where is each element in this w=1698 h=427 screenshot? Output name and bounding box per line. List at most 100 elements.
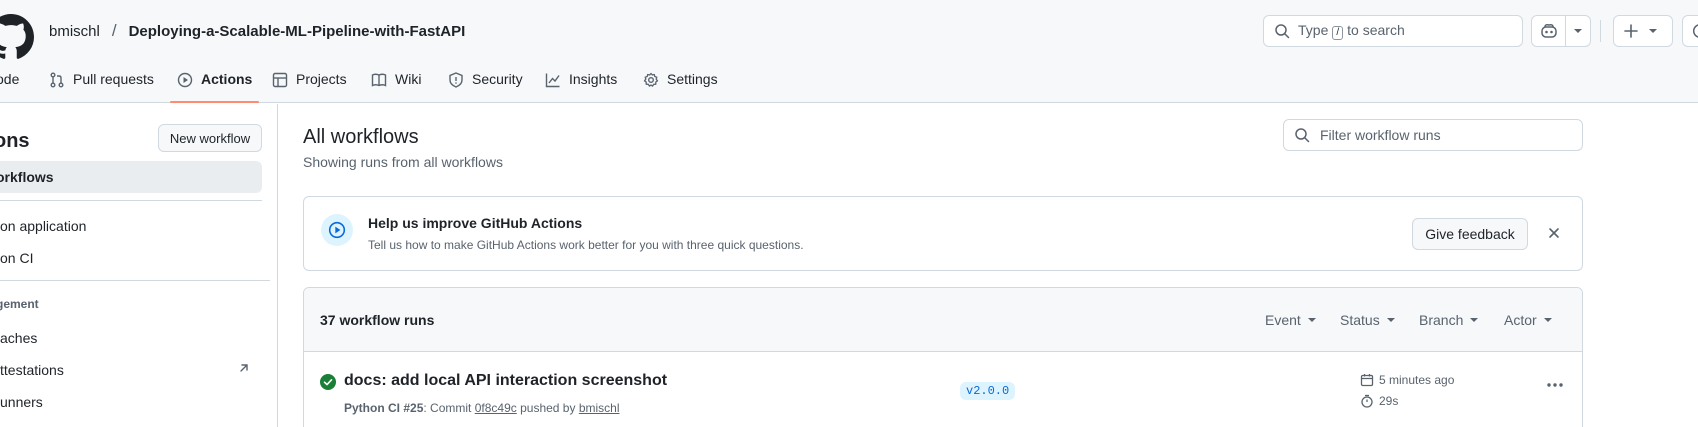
tab-label: Security xyxy=(472,71,523,87)
sidebar-section-heading: gement xyxy=(0,297,39,311)
tab-pull-requests[interactable]: Pull requests xyxy=(49,68,154,103)
book-icon xyxy=(371,73,387,87)
tab-projects[interactable]: Projects xyxy=(272,68,347,103)
triangle-down-icon xyxy=(1543,318,1552,322)
search-icon xyxy=(1294,127,1310,143)
workflow-runs-list: 37 workflow runs Event Status Branch Act… xyxy=(303,287,1583,427)
filter-label: Event xyxy=(1265,312,1301,328)
filter-label: Branch xyxy=(1419,312,1464,328)
kebab-horizontal-icon[interactable] xyxy=(1546,382,1564,388)
sidebar-item-runners[interactable]: unners xyxy=(0,394,43,410)
copilot-icon xyxy=(1540,24,1557,38)
feedback-banner: Help us improve GitHub Actions Tell us h… xyxy=(303,196,1583,271)
time-ago: 5 minutes ago xyxy=(1379,373,1455,387)
tab-actions[interactable]: Actions xyxy=(169,68,260,103)
sidebar-item-workflow[interactable]: on CI xyxy=(0,250,33,266)
create-new-button[interactable] xyxy=(1613,15,1673,47)
github-logo-icon[interactable] xyxy=(0,14,34,60)
run-number: #25 xyxy=(403,401,424,415)
sidebar-item-workflow[interactable]: on application xyxy=(0,218,86,234)
search-shortcut-key: / xyxy=(1332,26,1344,40)
search-placeholder: Type / to search xyxy=(1298,22,1405,40)
triangle-down-icon xyxy=(1386,318,1395,322)
triangle-down-icon xyxy=(1307,318,1316,322)
event-filter-menu[interactable]: Event xyxy=(1265,312,1317,328)
tab-wiki[interactable]: Wiki xyxy=(371,68,421,103)
play-icon xyxy=(321,214,353,246)
status-filter-menu[interactable]: Status xyxy=(1340,312,1396,328)
copilot-button[interactable] xyxy=(1532,16,1566,46)
run-time: 5 minutes ago xyxy=(1360,373,1454,387)
header-divider xyxy=(1600,20,1601,42)
stopwatch-icon xyxy=(1361,394,1373,408)
issue-opened-icon xyxy=(1692,24,1698,38)
run-workflow-name: Python CI xyxy=(344,401,400,415)
copilot-button-group xyxy=(1531,15,1591,47)
actions-sidebar: ons New workflow orkflows on application… xyxy=(0,104,278,427)
tab-label: Pull requests xyxy=(73,71,154,87)
search-icon xyxy=(1274,23,1290,39)
triangle-down-icon xyxy=(1574,29,1582,33)
graph-icon xyxy=(545,73,560,88)
page-subtitle: Showing runs from all workflows xyxy=(303,154,503,170)
git-pull-request-icon xyxy=(50,72,64,88)
sidebar-item-attestations[interactable]: ttestations xyxy=(0,362,64,378)
tab-security[interactable]: Security xyxy=(448,68,523,103)
run-title-link[interactable]: docs: add local API interaction screensh… xyxy=(344,372,667,390)
filter-workflow-runs-input[interactable]: Filter workflow runs xyxy=(1283,119,1583,151)
sidebar-divider xyxy=(0,280,270,281)
duration: 29s xyxy=(1379,394,1399,408)
triangle-down-icon xyxy=(1649,29,1657,33)
new-workflow-button[interactable]: New workflow xyxy=(158,124,262,152)
repo-name-link[interactable]: Deploying-a-Scalable-ML-Pipeline-with-Fa… xyxy=(129,23,466,40)
filter-placeholder: Filter workflow runs xyxy=(1320,127,1441,143)
feedback-title: Help us improve GitHub Actions xyxy=(368,215,583,231)
tab-label: Settings xyxy=(667,71,718,87)
table-icon xyxy=(272,72,288,88)
tab-insights[interactable]: Insights xyxy=(545,68,617,103)
page-title: All workflows xyxy=(303,126,419,148)
issues-button[interactable] xyxy=(1682,15,1698,47)
gear-icon xyxy=(643,72,659,87)
play-icon xyxy=(177,72,193,88)
breadcrumb: bmischl / Deploying-a-Scalable-ML-Pipeli… xyxy=(49,21,465,41)
arrow-up-right-icon xyxy=(238,362,250,374)
tab-label: Actions xyxy=(201,71,253,87)
commit-prefix: : Commit xyxy=(423,401,472,415)
runs-list-header: 37 workflow runs Event Status Branch Act… xyxy=(304,288,1582,352)
shield-icon xyxy=(449,72,463,88)
run-meta: Python CI #25: Commit 0f8c49c pushed by … xyxy=(344,401,620,415)
tab-settings[interactable]: Settings xyxy=(643,68,718,103)
run-duration: 29s xyxy=(1360,394,1398,408)
calendar-icon xyxy=(1360,374,1374,387)
triangle-down-icon xyxy=(1470,318,1479,322)
filter-label: Actor xyxy=(1504,312,1537,328)
sidebar-divider xyxy=(0,200,262,201)
runs-count: 37 workflow runs xyxy=(320,312,435,328)
plus-icon xyxy=(1624,24,1638,38)
branch-filter-menu[interactable]: Branch xyxy=(1419,312,1479,328)
pushed-by-text: pushed by xyxy=(520,401,576,415)
branch-label[interactable]: v2.0.0 xyxy=(960,382,1016,400)
workflow-run-row[interactable]: docs: add local API interaction screensh… xyxy=(304,352,1582,427)
feedback-description: Tell us how to make GitHub Actions work … xyxy=(368,238,804,252)
breadcrumb-separator: / xyxy=(111,21,117,40)
repo-owner-link[interactable]: bmischl xyxy=(49,23,100,40)
sidebar-item-caches[interactable]: aches xyxy=(0,330,37,346)
actor-link[interactable]: bmischl xyxy=(579,401,620,415)
sidebar-item-all-workflows[interactable]: orkflows xyxy=(0,161,262,193)
tab-label: ode xyxy=(0,71,20,87)
check-circle-fill-icon xyxy=(320,374,336,390)
global-search-input[interactable]: Type / to search xyxy=(1263,15,1523,47)
filter-label: Status xyxy=(1340,312,1380,328)
tab-label: Projects xyxy=(296,71,347,87)
tab-label: Wiki xyxy=(395,71,422,87)
tab-code[interactable]: ode xyxy=(0,68,19,103)
app-header: bmischl / Deploying-a-Scalable-ML-Pipeli… xyxy=(0,0,1698,103)
close-icon[interactable] xyxy=(1547,226,1561,240)
copilot-menu-button[interactable] xyxy=(1566,16,1590,46)
actor-filter-menu[interactable]: Actor xyxy=(1504,312,1553,328)
commit-link[interactable]: 0f8c49c xyxy=(475,401,517,415)
give-feedback-button[interactable]: Give feedback xyxy=(1412,218,1528,250)
sidebar-title: ons xyxy=(0,130,30,152)
